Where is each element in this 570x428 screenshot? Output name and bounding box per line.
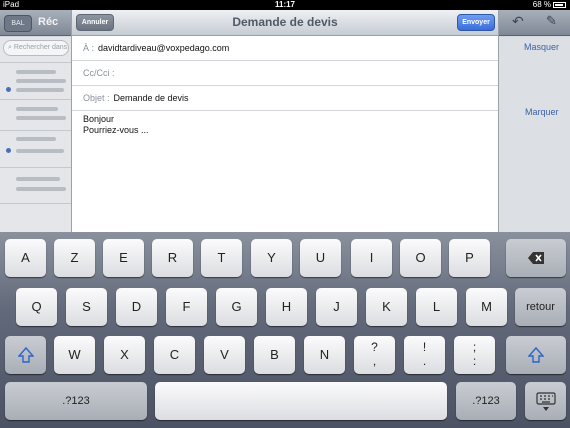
- key-v[interactable]: V: [204, 336, 245, 374]
- subject-field[interactable]: Objet : Demande de devis: [72, 86, 498, 111]
- key-n[interactable]: N: [304, 336, 345, 374]
- battery-icon: [553, 2, 566, 8]
- battery-indicator: 68 %: [533, 0, 566, 10]
- key-j[interactable]: J: [316, 288, 357, 326]
- key-f[interactable]: F: [166, 288, 207, 326]
- clock: 11:17: [274, 0, 296, 9]
- list-divider: [0, 62, 72, 63]
- return-key[interactable]: retour: [515, 288, 566, 326]
- key-h[interactable]: H: [266, 288, 307, 326]
- hide-link: Masquer: [524, 42, 560, 52]
- unread-dot: [6, 148, 11, 153]
- background-title: Réc: [38, 16, 59, 28]
- shift-icon: [17, 346, 34, 363]
- reply-icon: ↶: [512, 13, 524, 29]
- key-top-char: !: [422, 340, 427, 354]
- key-w[interactable]: W: [54, 336, 95, 374]
- compose-navbar: Annuler Demande de devis Envoyer: [72, 10, 498, 36]
- search-icon: ⌕: [8, 44, 12, 51]
- list-item: [16, 177, 60, 181]
- key-c[interactable]: C: [154, 336, 195, 374]
- key-l[interactable]: L: [416, 288, 457, 326]
- delete-key[interactable]: [506, 239, 566, 277]
- list-item: [16, 88, 64, 92]
- search-placeholder: Rechercher dans: [13, 44, 68, 51]
- list-divider: [0, 167, 72, 168]
- search-field: ⌕ Rechercher dans: [3, 40, 69, 56]
- body-line: Bonjour: [83, 114, 115, 124]
- key-semicolon-colon[interactable]: ; :: [454, 336, 495, 374]
- delete-icon: [528, 252, 544, 264]
- list-item: [16, 137, 56, 141]
- onscreen-keyboard: A Z E R T Y U I O P Q S D F G H J K L M …: [0, 232, 570, 428]
- key-s[interactable]: S: [66, 288, 107, 326]
- mark-link: Marquer: [525, 107, 559, 117]
- list-divider: [0, 130, 72, 131]
- key-bottom-char: .: [422, 354, 427, 368]
- cc-label: Cc/Cci :: [83, 68, 115, 78]
- key-bottom-char: ,: [372, 354, 377, 368]
- key-top-char: ?: [371, 340, 378, 354]
- body-line: Pourriez-vous ...: [83, 125, 149, 135]
- hide-keyboard-key[interactable]: [525, 382, 566, 420]
- key-i[interactable]: I: [351, 239, 392, 277]
- key-a[interactable]: A: [5, 239, 46, 277]
- to-field[interactable]: À : davidtardiveau@voxpedago.com: [72, 36, 498, 61]
- shift-key-left[interactable]: [5, 336, 46, 374]
- key-t[interactable]: T: [201, 239, 242, 277]
- key-o[interactable]: O: [400, 239, 441, 277]
- key-d[interactable]: D: [116, 288, 157, 326]
- key-q[interactable]: Q: [16, 288, 57, 326]
- key-r[interactable]: R: [152, 239, 193, 277]
- list-item: [16, 116, 66, 120]
- list-item: [16, 149, 64, 153]
- key-u[interactable]: U: [300, 239, 341, 277]
- subject-value[interactable]: Demande de devis: [114, 93, 189, 103]
- key-k[interactable]: K: [366, 288, 407, 326]
- to-value[interactable]: davidtardiveau@voxpedago.com: [98, 43, 229, 53]
- key-x[interactable]: X: [104, 336, 145, 374]
- message-pane: Masquer Marquer: [498, 37, 570, 232]
- key-e[interactable]: E: [103, 239, 144, 277]
- keyboard-hide-icon: [535, 392, 556, 411]
- key-b[interactable]: B: [254, 336, 295, 374]
- shift-icon: [528, 346, 544, 363]
- key-g[interactable]: G: [216, 288, 257, 326]
- key-question-comma[interactable]: ? ,: [354, 336, 395, 374]
- compose-icon: ✎: [546, 13, 557, 28]
- compose-sheet: Annuler Demande de devis Envoyer À : davi…: [71, 10, 499, 232]
- key-exclaim-period[interactable]: ! .: [404, 336, 445, 374]
- key-z[interactable]: Z: [54, 239, 95, 277]
- list-item: [16, 187, 66, 191]
- battery-percent: 68 %: [532, 0, 551, 9]
- subject-label: Objet :: [83, 93, 110, 103]
- message-list: ⌕ Rechercher dans: [0, 37, 72, 232]
- send-button[interactable]: Envoyer: [457, 14, 495, 31]
- cc-field[interactable]: Cc/Cci :: [72, 61, 498, 86]
- numbers-key-left[interactable]: .?123: [5, 382, 147, 420]
- mailbox-back-button: BAL: [4, 15, 32, 32]
- shift-key-right[interactable]: [506, 336, 566, 374]
- key-y[interactable]: Y: [251, 239, 292, 277]
- key-top-char: ;: [472, 340, 477, 354]
- unread-dot: [6, 87, 11, 92]
- list-item: [16, 107, 58, 111]
- list-divider: [0, 99, 72, 100]
- compose-title: Demande de devis: [232, 15, 338, 29]
- key-p[interactable]: P: [449, 239, 490, 277]
- to-label: À :: [83, 43, 95, 53]
- list-item: [16, 79, 66, 83]
- key-bottom-char: :: [472, 354, 477, 368]
- space-bar[interactable]: [155, 382, 447, 420]
- message-body[interactable]: Bonjour Pourriez-vous ...: [83, 114, 149, 136]
- list-item: [16, 70, 56, 74]
- list-divider: [0, 203, 72, 204]
- key-m[interactable]: M: [466, 288, 507, 326]
- numbers-key-right[interactable]: .?123: [456, 382, 516, 420]
- status-bar: iPad 11:17 68 %: [0, 0, 570, 10]
